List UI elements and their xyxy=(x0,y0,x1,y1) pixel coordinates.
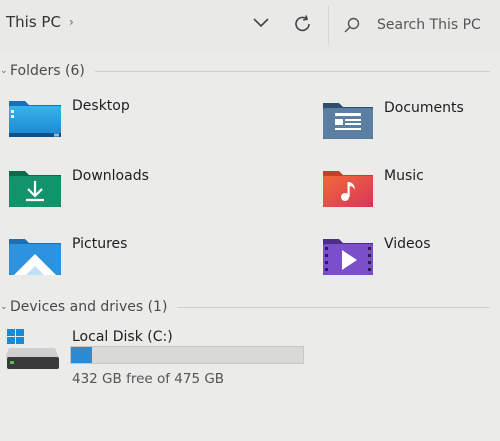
breadcrumb-this-pc[interactable]: This PC xyxy=(6,13,61,31)
drive-free-space: 432 GB free of 475 GB xyxy=(72,371,225,387)
hard-drive-icon xyxy=(6,329,59,369)
section-divider xyxy=(94,70,490,72)
drive-usage-fill xyxy=(71,347,92,363)
folder-label: Documents xyxy=(384,100,464,116)
refresh-icon[interactable] xyxy=(292,13,314,35)
breadcrumb[interactable]: This PC › xyxy=(6,13,74,31)
collapse-caret-icon[interactable]: ⌄ xyxy=(0,66,10,76)
search-input[interactable] xyxy=(377,17,497,33)
drives-section-header[interactable]: ⌄ Devices and drives (1) xyxy=(0,299,500,315)
videos-folder-icon xyxy=(323,239,373,275)
search-icon xyxy=(344,17,360,33)
drive-local-disk[interactable]: Local Disk (C:) 432 GB free of 475 GB xyxy=(6,326,306,387)
folder-pictures[interactable]: Pictures xyxy=(8,236,127,276)
address-bar: This PC › xyxy=(0,0,500,50)
folder-downloads[interactable]: Downloads xyxy=(8,168,149,208)
folder-documents[interactable]: Documents xyxy=(322,100,464,140)
drive-label: Local Disk (C:) xyxy=(72,329,173,345)
section-divider xyxy=(177,306,490,308)
folder-videos[interactable]: Videos xyxy=(322,236,431,276)
folder-label: Videos xyxy=(384,236,431,252)
folder-label: Downloads xyxy=(72,168,149,184)
pictures-folder-icon xyxy=(9,239,61,275)
folder-desktop[interactable]: Desktop xyxy=(8,98,130,138)
drive-usage-bar xyxy=(70,346,304,364)
folders-section-header[interactable]: ⌄ Folders (6) xyxy=(0,63,500,79)
collapse-caret-icon[interactable]: ⌄ xyxy=(0,302,10,312)
search-box[interactable] xyxy=(328,6,500,44)
folders-section-title: Folders (6) xyxy=(10,63,85,79)
folder-music[interactable]: Music xyxy=(322,168,424,208)
folder-label: Music xyxy=(384,168,424,184)
downloads-folder-icon xyxy=(9,171,61,207)
chevron-down-icon[interactable] xyxy=(252,16,270,30)
music-folder-icon xyxy=(323,171,373,207)
documents-folder-icon xyxy=(323,103,373,139)
drives-section-title: Devices and drives (1) xyxy=(10,299,168,315)
folder-label: Desktop xyxy=(72,98,130,114)
folder-label: Pictures xyxy=(72,236,128,252)
breadcrumb-chevron-icon[interactable]: › xyxy=(69,15,74,29)
desktop-folder-icon xyxy=(9,101,61,137)
